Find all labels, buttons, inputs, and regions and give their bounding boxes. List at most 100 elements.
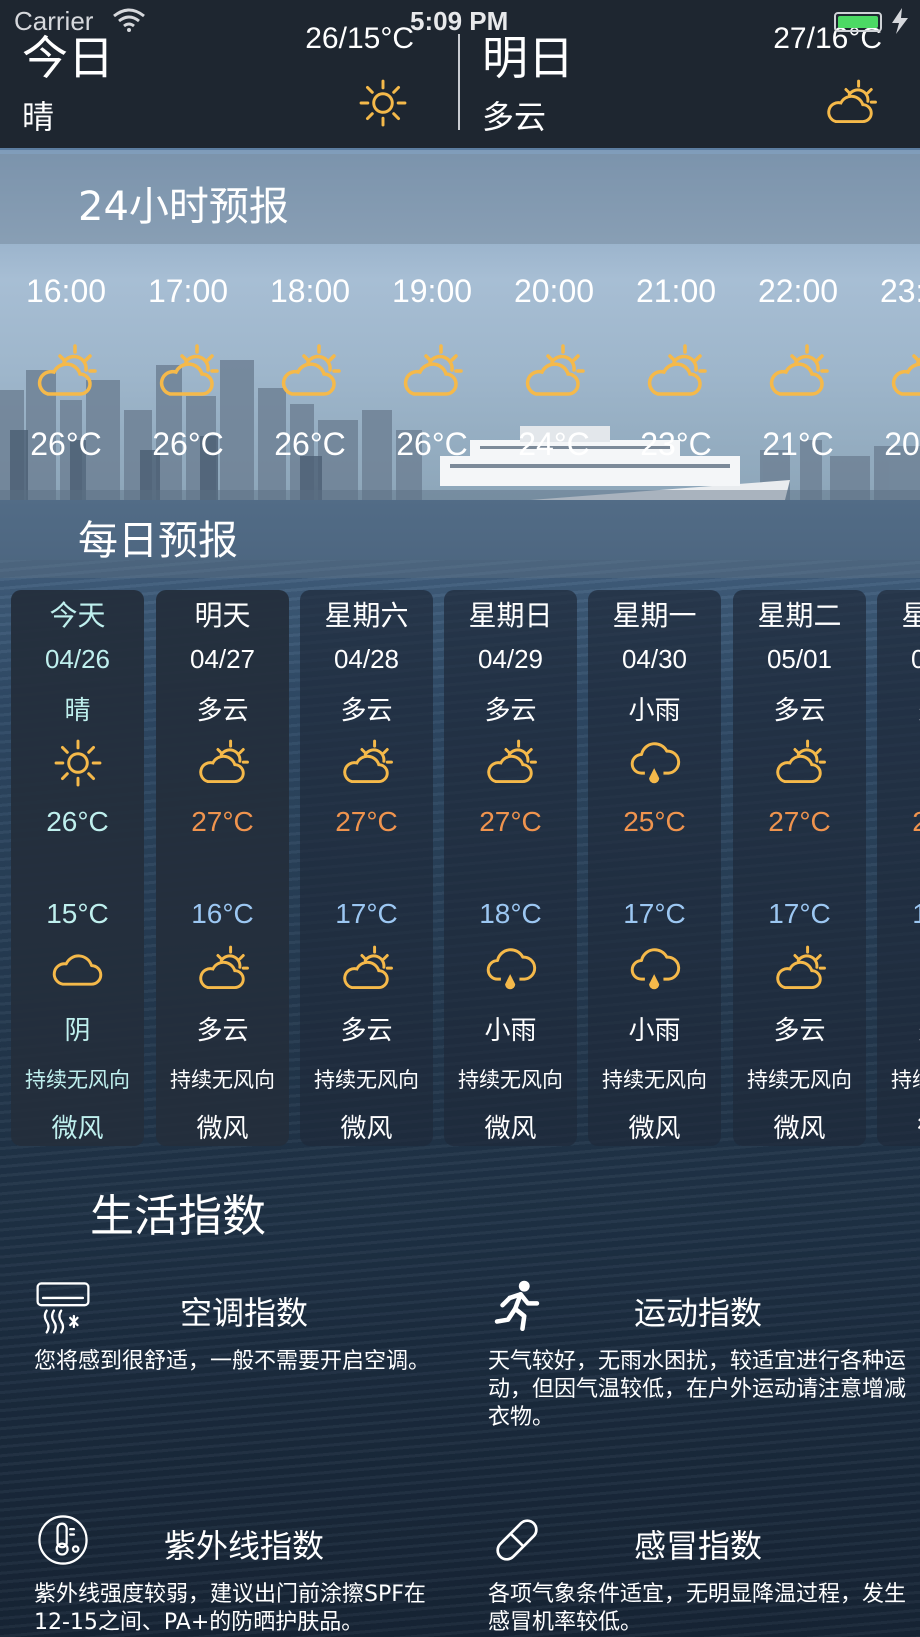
day-card[interactable]: 星期一 04/30 小雨 25°C 17°C 小雨 持续无风向 微风 (588, 590, 721, 1146)
hour-item[interactable]: 22:00 21°C (737, 245, 859, 463)
day-date: 04/26 (44, 644, 111, 674)
day-card[interactable]: 星期六 04/28 多云 27°C 17°C 多云 持续无风向 微风 (300, 590, 433, 1146)
day-date: 04/30 (621, 644, 688, 674)
day-high-temp: 25°C (623, 806, 686, 837)
day-low-temp: 16°C (191, 898, 254, 929)
hour-temp: 26°C (152, 426, 224, 462)
day-card[interactable]: 星期三 05/02 多云 27°C 17°C 多云 持续无风向 微风 (877, 590, 920, 1146)
night-condition: 小雨 (628, 1016, 681, 1046)
day-low-temp: 17°C (335, 898, 398, 929)
daily-header-band: 每日预报 (0, 490, 920, 578)
rain-icon (484, 942, 538, 996)
rain-icon (628, 942, 682, 996)
day-name: 今天 (49, 599, 106, 632)
wind-direction: 持续无风向 (170, 1068, 275, 1092)
wind-level: 微风 (773, 1114, 826, 1144)
rain-icon (628, 736, 682, 790)
wind-direction: 持续无风向 (314, 1068, 419, 1092)
index-uv[interactable]: 紫外线指数 紫外线强度较弱，建议出门前涂擦SPF在12-15之间、PA+的防晒护… (34, 1511, 454, 1637)
hour-item[interactable]: 23:00 20°C (859, 245, 920, 463)
day-date: 04/27 (189, 644, 256, 674)
hourly-forecast-scroller[interactable]: 16:00 26°C 17:00 26°C 18:00 26°C 19:00 2… (0, 245, 920, 475)
hour-time: 18:00 (269, 273, 351, 309)
wind-level: 微风 (877, 1108, 920, 1145)
wind-direction: 持续无风向 (747, 1068, 852, 1092)
tomorrow-condition: 多云 (482, 98, 547, 136)
day-condition: 多云 (773, 696, 826, 726)
day-name: 星期三 (901, 599, 920, 632)
index-cold[interactable]: 感冒指数 各项气象条件适宜，无明显降温过程，发生感冒机率较低。 (488, 1511, 908, 1637)
hour-time: 19:00 (391, 273, 473, 309)
daily-forecast-scroller[interactable]: 今天 04/26 晴 26°C 15°C 阴 持续无风向 微风 明天 04/27… (0, 590, 920, 1150)
daily-title: 每日预报 (78, 518, 238, 564)
partly-cloudy-icon (400, 340, 464, 404)
index-description: 紫外线强度较弱，建议出门前涂擦SPF在12-15之间、PA+的防晒护肤品。 (34, 1582, 426, 1635)
day-low-temp: 17°C (623, 898, 686, 929)
partly-cloudy-icon (34, 340, 98, 404)
status-time: 5:09 PM (410, 6, 509, 36)
hour-item[interactable]: 16:00 26°C (5, 245, 127, 463)
hour-temp: 26°C (30, 426, 102, 462)
partly-cloudy-icon (766, 340, 830, 404)
day-card[interactable]: 明天 04/27 多云 27°C 16°C 多云 持续无风向 微风 (156, 590, 289, 1146)
hour-temp: 26°C (396, 426, 468, 462)
day-condition: 多云 (196, 696, 249, 726)
hourly-title: 24小时预报 (78, 184, 289, 230)
status-bar: Carrier 5:09 PM (0, 0, 920, 40)
index-air-conditioning[interactable]: 空调指数 您将感到很舒适，一般不需要开启空调。 (34, 1278, 454, 1478)
cloud-icon (51, 942, 105, 996)
day-low-temp: 17°C (877, 898, 920, 930)
wind-direction: 持续无风向 (891, 1068, 920, 1092)
day-condition: 多云 (484, 696, 537, 726)
partly-cloudy-icon (824, 76, 878, 130)
sun-icon (356, 76, 410, 130)
wind-level: 微风 (484, 1114, 537, 1144)
day-date: 05/02 (910, 644, 920, 674)
day-condition: 多云 (340, 696, 393, 726)
night-condition: 多云 (773, 1016, 826, 1046)
night-condition: 多云 (340, 1016, 393, 1046)
index-name: 感冒指数 (633, 1527, 762, 1565)
partly-cloudy-icon (340, 736, 394, 790)
day-high-temp: 27°C (479, 806, 542, 837)
partly-cloudy-icon (644, 340, 708, 404)
wind-level: 微风 (628, 1114, 681, 1144)
hourly-header-band: 24小时预报 (0, 154, 920, 244)
day-low-temp: 18°C (479, 898, 542, 929)
charging-bolt-icon (892, 8, 908, 34)
hour-temp: 21°C (762, 426, 834, 462)
hour-temp: 26°C (274, 426, 346, 462)
partly-cloudy-icon (196, 942, 250, 996)
day-high-temp: 27°C (191, 806, 254, 837)
wind-direction: 持续无风向 (602, 1068, 707, 1092)
hour-item[interactable]: 17:00 26°C (127, 245, 249, 463)
partly-cloudy-icon (484, 736, 538, 790)
index-description: 各项气象条件适宜，无明显降温过程，发生感冒机率较低。 (488, 1582, 907, 1635)
index-description: 您将感到很舒适，一般不需要开启空调。 (34, 1349, 431, 1374)
index-sports[interactable]: 运动指数 天气较好，无雨水困扰，较适宜进行各种运动，但因气温较低，在户外运动请注… (488, 1278, 908, 1478)
day-card[interactable]: 星期日 04/29 多云 27°C 18°C 小雨 持续无风向 微风 (444, 590, 577, 1146)
hour-temp: 23°C (640, 426, 712, 462)
night-condition: 多云 (196, 1016, 249, 1046)
day-high-temp: 27°C (335, 806, 398, 837)
hour-item[interactable]: 18:00 26°C (249, 245, 371, 463)
index-name: 空调指数 (179, 1294, 308, 1332)
day-name: 星期日 (468, 599, 553, 632)
day-card-today[interactable]: 今天 04/26 晴 26°C 15°C 阴 持续无风向 微风 (11, 590, 144, 1146)
wind-level: 微风 (340, 1114, 393, 1144)
day-card[interactable]: 星期二 05/01 多云 27°C 17°C 多云 持续无风向 微风 (733, 590, 866, 1146)
hour-item[interactable]: 20:00 24°C (493, 245, 615, 463)
day-name: 星期六 (324, 599, 409, 632)
day-condition: 晴 (64, 696, 91, 726)
hour-time: 20:00 (513, 273, 595, 309)
hour-item[interactable]: 19:00 26°C (371, 245, 493, 463)
wind-direction: 持续无风向 (458, 1068, 563, 1092)
hour-time: 16:00 (25, 273, 107, 309)
wind-level: 微风 (196, 1114, 249, 1144)
wind-level: 微风 (51, 1114, 104, 1144)
hour-item[interactable]: 21:00 23°C (615, 245, 737, 463)
index-name: 紫外线指数 (163, 1527, 324, 1565)
partly-cloudy-icon (156, 340, 220, 404)
wind-direction: 持续无风向 (25, 1068, 130, 1092)
life-index-title: 生活指数 (90, 1191, 266, 1242)
